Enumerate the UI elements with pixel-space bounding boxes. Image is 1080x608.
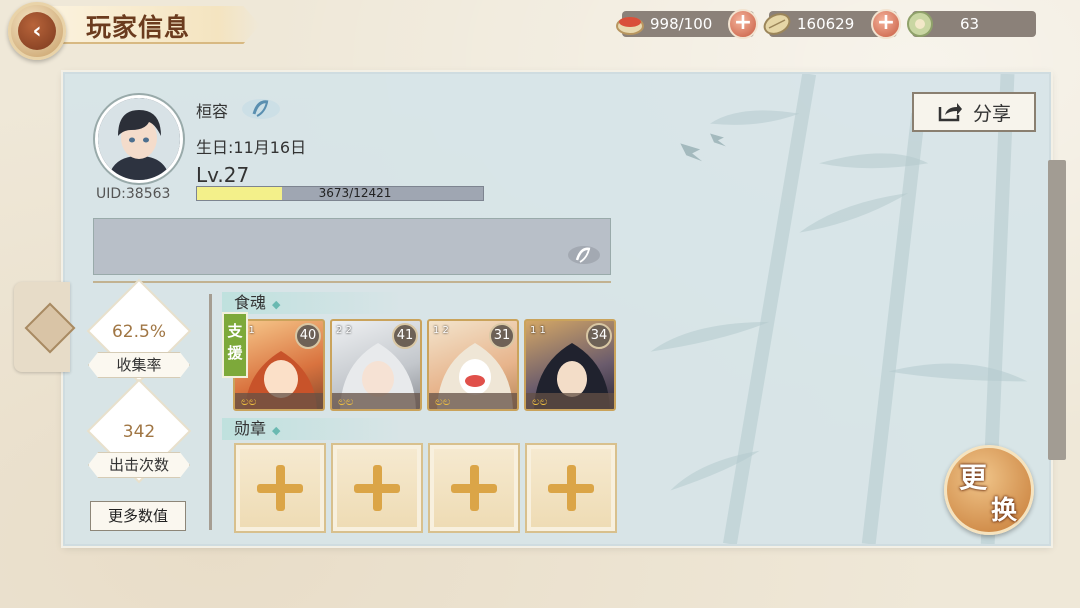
soul-card-3[interactable]: 1 2 31 ಲಲ [427, 319, 519, 411]
add-food-button[interactable]: + [728, 9, 758, 39]
share-button[interactable]: 分享 [912, 92, 1036, 132]
add-coins-button[interactable]: + [871, 9, 901, 39]
resource-food: 998/100 + [616, 9, 758, 39]
soul-pips-2: 2 2 [336, 325, 352, 336]
soul-stars-3: ಲಲ [429, 393, 517, 409]
section-souls-label: 食魂 [234, 293, 267, 312]
soul-level-1: 40 [295, 323, 321, 349]
plus-icon [354, 465, 400, 511]
medal-slot-4[interactable] [525, 443, 617, 533]
stat-sortie-count: 342 出击次数 [88, 381, 190, 481]
coin-icon [761, 8, 793, 40]
change-label-bottom: 换 [991, 496, 1018, 526]
divider [93, 281, 611, 283]
side-tab[interactable] [14, 282, 76, 372]
plus-icon [451, 465, 497, 511]
vertical-divider [209, 294, 212, 530]
gem-icon [24, 302, 76, 354]
more-stats-button[interactable]: 更多数值 [90, 501, 186, 531]
medal-slot-1[interactable] [234, 443, 326, 533]
exp-progress-bar: 3673/12421 [196, 186, 484, 201]
sortie-count-label: 出击次数 [88, 452, 190, 478]
diamond-icon: ◆ [272, 424, 281, 437]
avatar[interactable] [95, 95, 183, 183]
collection-rate-label: 收集率 [88, 352, 190, 378]
jade-value: 63 [960, 15, 980, 33]
plus-icon [548, 465, 594, 511]
section-souls: 食魂 ◆ [222, 292, 402, 314]
change-label-top: 更 [959, 461, 988, 494]
coins-value: 160629 [797, 15, 855, 33]
collection-rate-value: 62.5% [111, 322, 166, 342]
stat-collection-rate: 62.5% 收集率 [88, 281, 190, 381]
edit-name-icon[interactable] [240, 96, 282, 122]
sortie-count-value: 342 [122, 422, 156, 442]
soul-stars-4: ಲಲ [526, 393, 614, 409]
resource-coins: 160629 + [763, 9, 901, 39]
birthday-label: 生日:11月16日 [196, 138, 307, 157]
soul-level-2: 41 [392, 323, 418, 349]
medal-slot-3[interactable] [428, 443, 520, 533]
uid-label: UID:38563 [96, 186, 171, 202]
soul-card-2[interactable]: 2 2 41 ಲಲ [330, 319, 422, 411]
bowl-icon [614, 8, 646, 40]
diamond-icon: ◆ [272, 298, 281, 311]
soul-stars-1: ಲಲ [235, 393, 323, 409]
change-background-button[interactable]: 更 换 [944, 445, 1034, 535]
share-label: 分享 [972, 102, 1011, 125]
signature-box[interactable] [93, 218, 611, 275]
section-medals-label: 勋章 [234, 419, 267, 438]
player-name: 桓容 [196, 102, 229, 121]
medal-slot-2[interactable] [331, 443, 423, 533]
soul-pips-4: 1 1 [530, 325, 546, 336]
resource-jade: 63 [907, 11, 1036, 37]
support-tag: 支援 [222, 312, 248, 378]
plus-icon [257, 465, 303, 511]
soul-level-3: 31 [489, 323, 515, 349]
level-label: Lv.27 [196, 163, 250, 187]
soul-stars-2: ಲಲ [332, 393, 420, 409]
food-value: 998/100 [650, 15, 713, 33]
jade-icon [904, 8, 936, 40]
back-button[interactable]: ‹ [8, 2, 66, 60]
edit-signature-icon[interactable] [566, 242, 602, 268]
section-medals: 勋章 ◆ [222, 418, 402, 440]
page-title: 玩家信息 [86, 13, 191, 42]
soul-level-4: 34 [586, 323, 612, 349]
back-arrow-icon: ‹ [18, 12, 56, 50]
exp-progress-text: 3673/12421 [318, 186, 392, 200]
share-icon [938, 103, 962, 122]
soul-card-4[interactable]: 1 1 34 ಲಲ [524, 319, 616, 411]
scrollbar[interactable] [1048, 160, 1066, 460]
soul-pips-3: 1 2 [433, 325, 449, 336]
